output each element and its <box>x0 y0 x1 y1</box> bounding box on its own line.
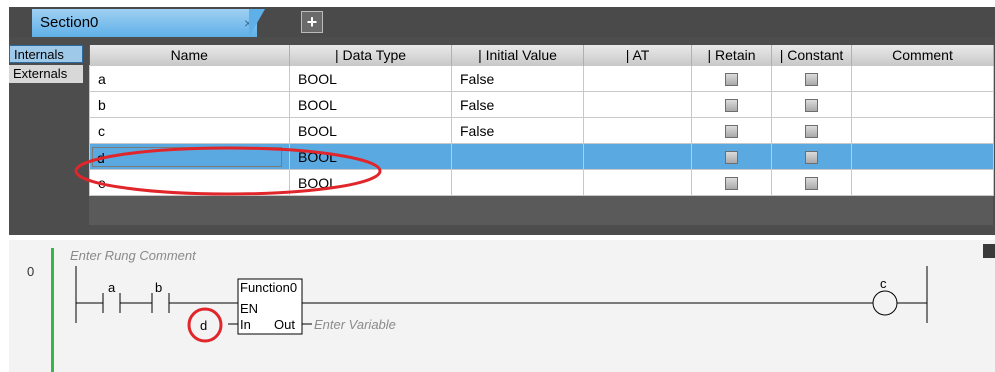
editor-window: Section0 × + Internals Externals Name | … <box>0 0 995 372</box>
contact-b-label: b <box>155 280 162 295</box>
fb-in-label: In <box>240 317 251 332</box>
contact-a-label: a <box>108 280 116 295</box>
output-variable-placeholder: Enter Variable <box>314 317 396 332</box>
function-block-name: Function0 <box>240 280 297 295</box>
fb-en-label: EN <box>240 301 258 316</box>
fb-out-label: Out <box>274 317 295 332</box>
highlight-row-d-ellipse <box>74 146 382 196</box>
coil-c-label: c <box>880 276 887 291</box>
coil-c <box>872 290 898 316</box>
input-variable-d: d <box>200 318 207 333</box>
ladder-diagram: a b Function0 EN In Out d Enter Variable… <box>74 146 928 343</box>
